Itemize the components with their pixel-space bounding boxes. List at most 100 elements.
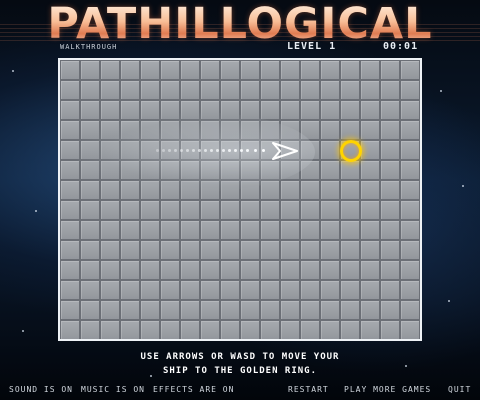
- board-cell: [380, 120, 400, 140]
- board-cell: [360, 280, 380, 300]
- board-cell: [320, 320, 340, 339]
- board-cell: [180, 120, 200, 140]
- board-cell: [240, 280, 260, 300]
- board-cell: [380, 160, 400, 180]
- board-cell: [100, 260, 120, 280]
- board-cell: [220, 120, 240, 140]
- music-toggle[interactable]: MUSIC IS ON: [81, 385, 145, 394]
- board-cell: [360, 140, 380, 160]
- trail-dot: [174, 149, 177, 152]
- board-cell: [400, 80, 420, 100]
- level-indicator: LEVEL 1: [287, 41, 337, 52]
- board-cell: [340, 320, 360, 339]
- board-cell: [380, 260, 400, 280]
- board-cell: [400, 260, 420, 280]
- board-cell: [200, 80, 220, 100]
- board-cell: [180, 80, 200, 100]
- board-cell: [380, 140, 400, 160]
- board-cell: [300, 240, 320, 260]
- effects-toggle[interactable]: EFFECTS ARE ON: [153, 385, 234, 394]
- board-cell: [180, 260, 200, 280]
- board-cell: [400, 180, 420, 200]
- board-cell: [320, 300, 340, 320]
- board-cell: [240, 60, 260, 80]
- trail-dot: [222, 149, 225, 152]
- board-cell: [100, 280, 120, 300]
- board-cell: [100, 220, 120, 240]
- board-cell: [180, 300, 200, 320]
- board-cell: [400, 200, 420, 220]
- board-cell: [160, 120, 180, 140]
- board-cell: [320, 220, 340, 240]
- board-cell: [360, 60, 380, 80]
- board-cell: [60, 100, 80, 120]
- board-cell: [380, 100, 400, 120]
- play-more-games-link[interactable]: PLAY MORE GAMES: [344, 385, 431, 394]
- trail-dot: [180, 149, 183, 152]
- board-cell: [320, 120, 340, 140]
- board-cell: [200, 300, 220, 320]
- trail-dot: [216, 149, 219, 152]
- board-cell: [220, 300, 240, 320]
- board-cell: [280, 60, 300, 80]
- trail-dot: [240, 149, 243, 152]
- quit-button[interactable]: QUIT: [448, 385, 471, 394]
- walkthrough-link[interactable]: WALKTHROUGH: [60, 43, 117, 51]
- board-cell: [80, 320, 100, 339]
- board-cell: [80, 260, 100, 280]
- board-cell: [300, 160, 320, 180]
- board-cell: [260, 220, 280, 240]
- board-cell: [280, 80, 300, 100]
- board-cell: [180, 220, 200, 240]
- board-cell: [320, 240, 340, 260]
- board-cell: [300, 120, 320, 140]
- board-cell: [80, 240, 100, 260]
- board-cell: [220, 80, 240, 100]
- trail-dot: [198, 149, 201, 152]
- board-cell: [120, 120, 140, 140]
- board-cell: [360, 220, 380, 240]
- board-cell: [220, 200, 240, 220]
- board-cell: [340, 120, 360, 140]
- board-cell: [60, 320, 80, 339]
- board-cell: [60, 80, 80, 100]
- board-cell: [200, 60, 220, 80]
- game-board[interactable]: [58, 58, 422, 341]
- board-cell: [320, 140, 340, 160]
- board-cell: [140, 60, 160, 80]
- board-cell: [360, 180, 380, 200]
- board-cell: [140, 120, 160, 140]
- board-cell: [400, 280, 420, 300]
- board-cell: [380, 200, 400, 220]
- board-cell: [280, 120, 300, 140]
- board-cell: [80, 120, 100, 140]
- board-cell: [380, 220, 400, 240]
- board-cell: [220, 180, 240, 200]
- board-cell: [140, 220, 160, 240]
- timer: 00:01: [383, 41, 419, 52]
- board-cell: [160, 240, 180, 260]
- board-cell: [100, 180, 120, 200]
- board-cell: [240, 200, 260, 220]
- golden-ring-icon: [340, 140, 362, 162]
- board-cell: [280, 200, 300, 220]
- board-cell: [360, 80, 380, 100]
- board-cell: [360, 300, 380, 320]
- board-cell: [240, 220, 260, 240]
- board-cell: [120, 320, 140, 339]
- board-cell: [380, 60, 400, 80]
- board-cell: [280, 300, 300, 320]
- board-cell: [60, 120, 80, 140]
- board-cell: [60, 180, 80, 200]
- board-cell: [140, 320, 160, 339]
- board-cell: [360, 200, 380, 220]
- board-cell: [200, 240, 220, 260]
- board-cell: [140, 240, 160, 260]
- board-cell: [360, 160, 380, 180]
- sound-toggle[interactable]: SOUND IS ON: [9, 385, 73, 394]
- board-cell: [260, 280, 280, 300]
- board-cell: [120, 200, 140, 220]
- board-cell: [400, 120, 420, 140]
- restart-button[interactable]: RESTART: [288, 385, 329, 394]
- board-cell: [80, 280, 100, 300]
